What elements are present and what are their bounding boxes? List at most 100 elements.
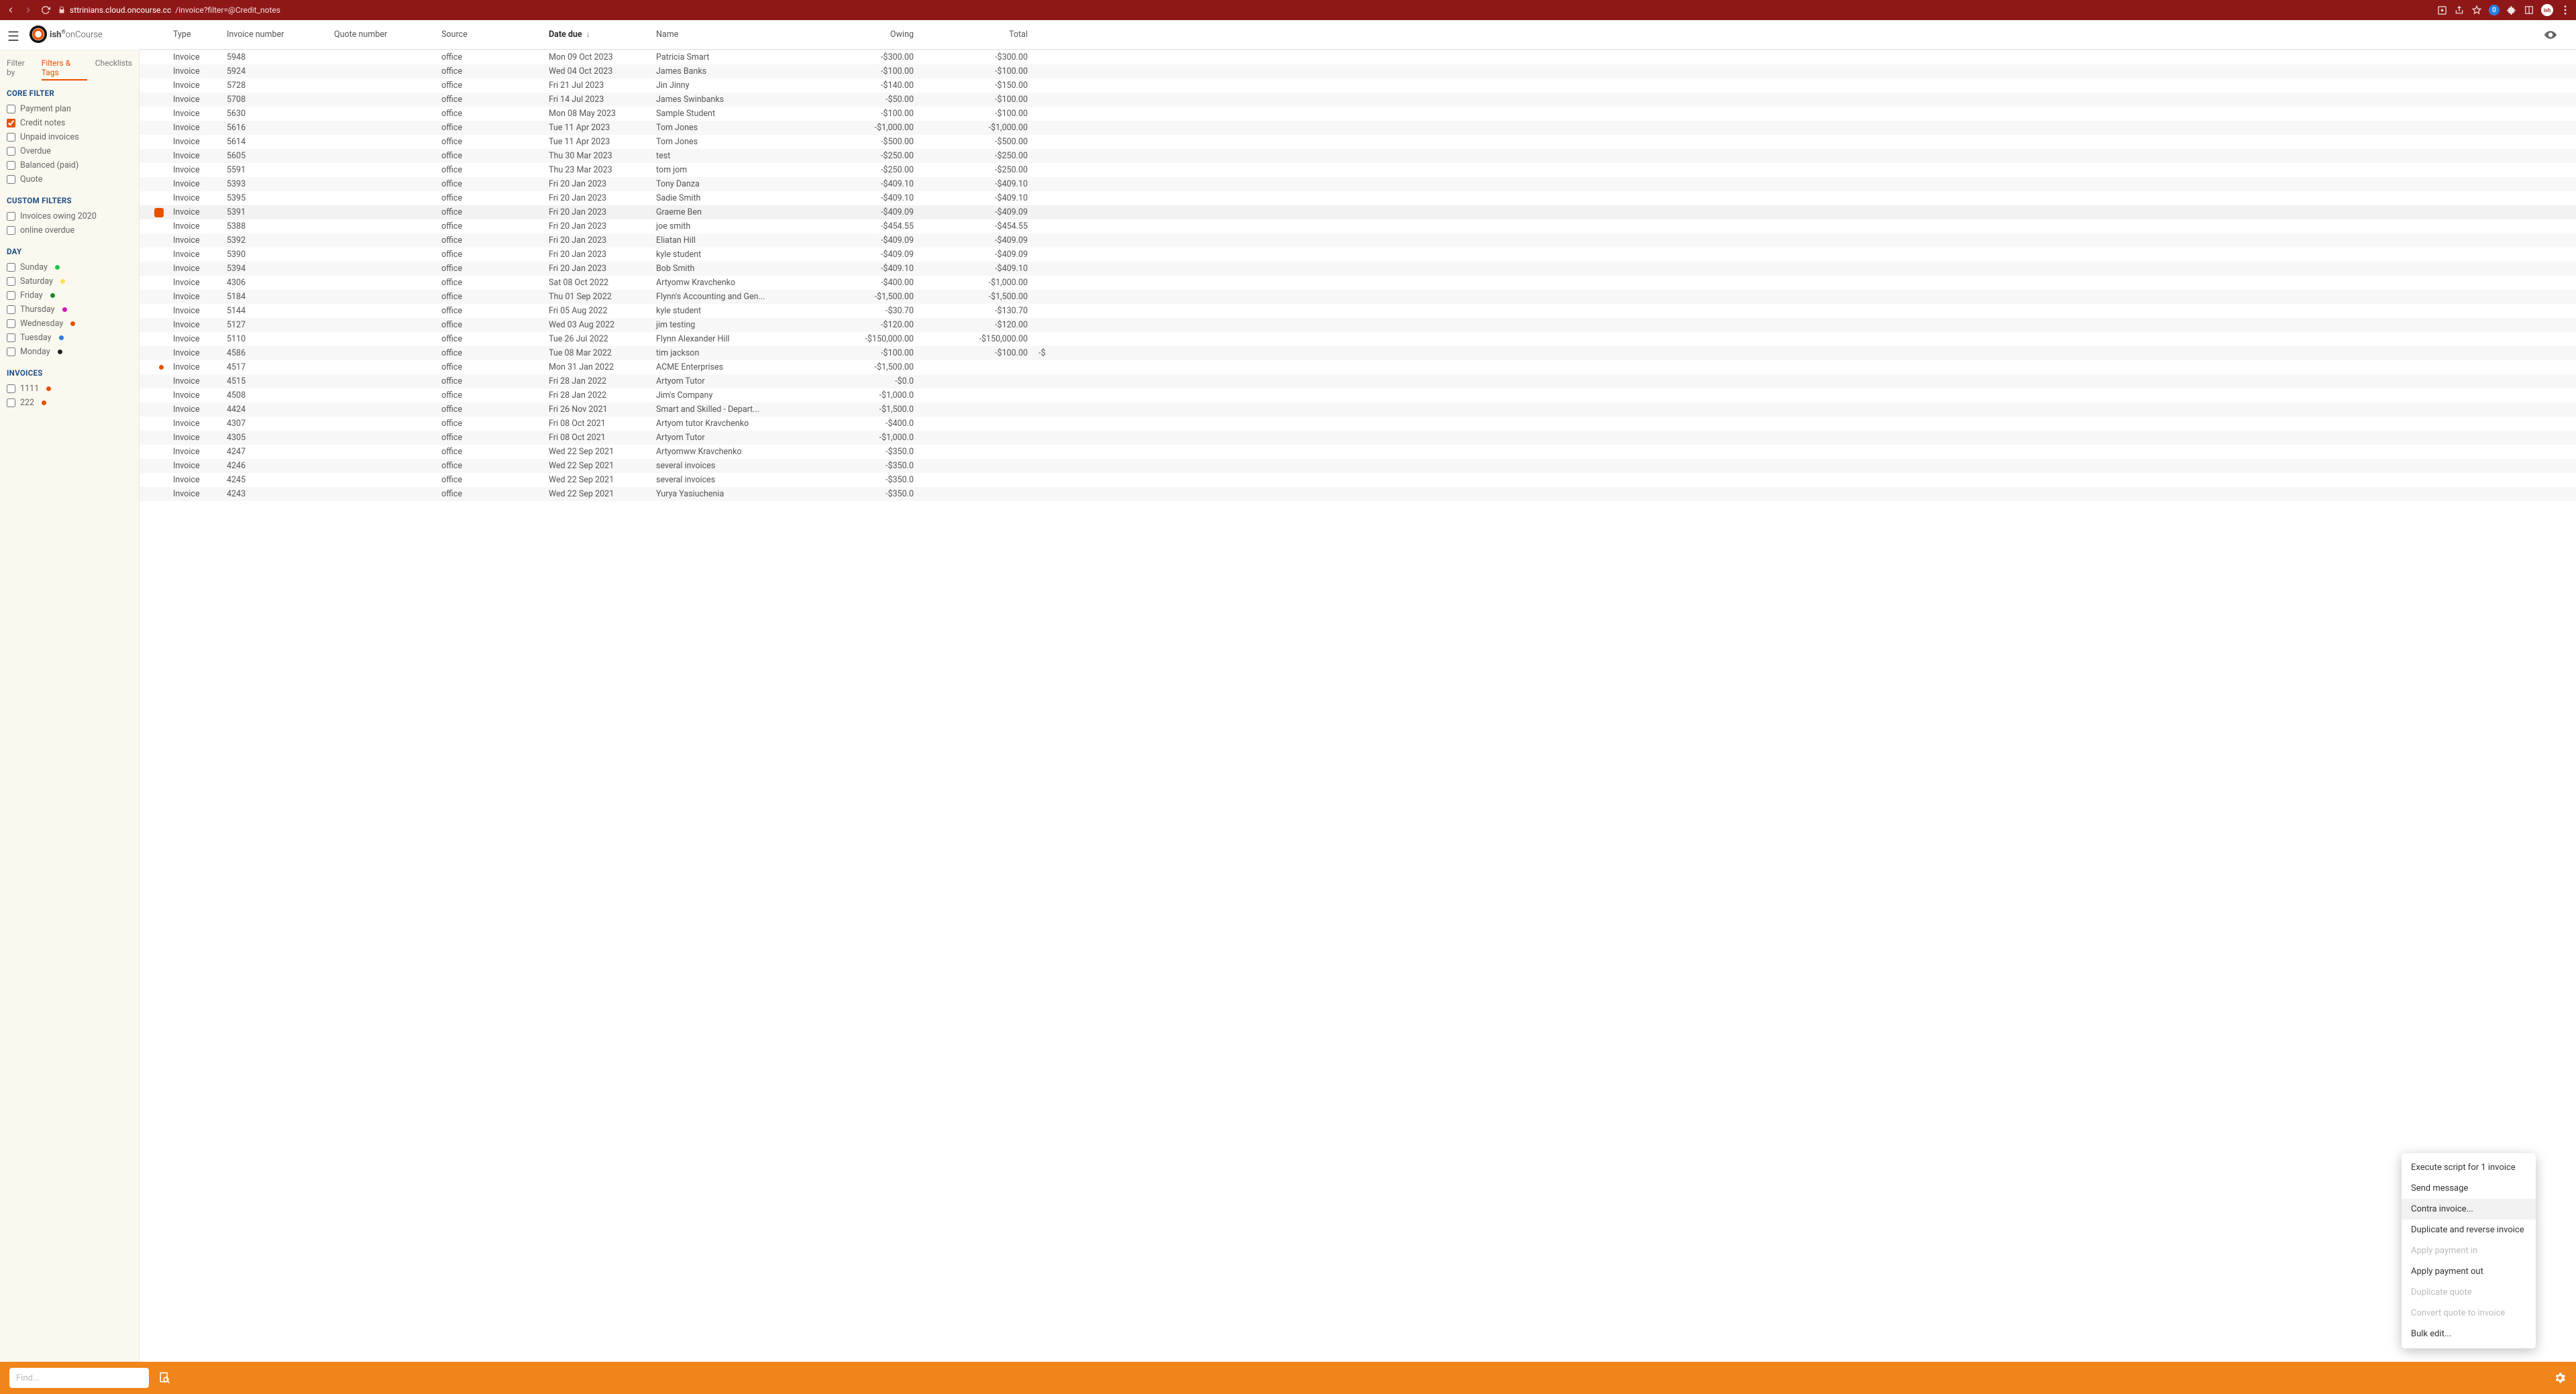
col-source[interactable]: Source: [436, 30, 543, 40]
checkbox-input[interactable]: [7, 226, 15, 235]
filter-checkbox[interactable]: Quote: [7, 172, 132, 186]
checkbox-input[interactable]: [7, 319, 15, 328]
checkbox-input[interactable]: [7, 105, 15, 113]
checkbox-input[interactable]: [7, 212, 15, 221]
col-total[interactable]: Total: [919, 30, 1033, 40]
ext-1password-icon[interactable]: 0: [2489, 5, 2500, 15]
filter-checkbox[interactable]: Overdue: [7, 144, 132, 158]
table-row[interactable]: Invoice5614officeTue 11 Apr 2023Tom Jone…: [140, 135, 2576, 149]
checkbox-input[interactable]: [7, 333, 15, 342]
back-icon[interactable]: [5, 5, 16, 15]
table-body[interactable]: Invoice5948officeMon 09 Oct 2023Patricia…: [140, 50, 2576, 1362]
checkbox-input[interactable]: [7, 305, 15, 314]
table-row[interactable]: Invoice5728officeFri 21 Jul 2023Jin Jinn…: [140, 78, 2576, 93]
table-row[interactable]: Invoice4243officeWed 22 Sep 2021Yurya Ya…: [140, 487, 2576, 501]
checkbox-input[interactable]: [7, 133, 15, 142]
settings-icon[interactable]: [2553, 1371, 2567, 1385]
profile-avatar[interactable]: ish: [2541, 4, 2553, 16]
table-row[interactable]: Invoice4307officeFri 08 Oct 2021Artyom t…: [140, 417, 2576, 431]
filter-checkbox[interactable]: Tuesday: [7, 331, 132, 345]
checkbox-input[interactable]: [7, 291, 15, 300]
filter-checkbox[interactable]: Credit notes: [7, 116, 132, 130]
table-row[interactable]: Invoice4586officeTue 08 Mar 2022tim jack…: [140, 346, 2576, 360]
table-row[interactable]: Invoice4247officeWed 22 Sep 2021Artyomww…: [140, 445, 2576, 459]
filter-checkbox[interactable]: Unpaid invoices: [7, 130, 132, 144]
table-row[interactable]: Invoice5708officeFri 14 Jul 2023James Sw…: [140, 93, 2576, 107]
context-menu-item[interactable]: Send message: [2402, 1178, 2536, 1199]
checkbox-input[interactable]: [7, 384, 15, 393]
col-date-due[interactable]: Date due↓: [543, 30, 651, 40]
table-row[interactable]: Invoice5616officeTue 11 Apr 2023Tom Jone…: [140, 121, 2576, 135]
kebab-icon[interactable]: [2560, 5, 2571, 15]
table-row[interactable]: Invoice5395officeFri 20 Jan 2023Sadie Sm…: [140, 191, 2576, 205]
table-row[interactable]: Invoice5110officeTue 26 Jul 2022Flynn Al…: [140, 332, 2576, 346]
checkbox-input[interactable]: [7, 175, 15, 184]
filter-checkbox[interactable]: Invoices owing 2020: [7, 209, 132, 223]
col-owing[interactable]: Owing: [805, 30, 919, 40]
window-icon[interactable]: [2524, 5, 2534, 15]
filter-checkbox[interactable]: Thursday: [7, 303, 132, 317]
table-row[interactable]: Invoice4306officeSat 08 Oct 2022Artyomw …: [140, 276, 2576, 290]
checkbox-input[interactable]: [7, 263, 15, 272]
table-row[interactable]: Invoice5127officeWed 03 Aug 2022jim test…: [140, 318, 2576, 332]
filter-checkbox[interactable]: Saturday: [7, 274, 132, 288]
table-row[interactable]: Invoice5948officeMon 09 Oct 2023Patricia…: [140, 50, 2576, 64]
share-icon[interactable]: [2454, 5, 2465, 15]
table-row[interactable]: Invoice5393officeFri 20 Jan 2023Tony Dan…: [140, 177, 2576, 191]
checkbox-input[interactable]: [7, 347, 15, 356]
filter-checkbox[interactable]: Sunday: [7, 260, 132, 274]
context-menu-item[interactable]: Duplicate and reverse invoice: [2402, 1220, 2536, 1240]
forward-icon[interactable]: [23, 5, 34, 15]
search-input[interactable]: Find...: [9, 1368, 149, 1388]
star-icon[interactable]: [2471, 5, 2482, 15]
filter-checkbox[interactable]: 222: [7, 396, 132, 410]
app-logo[interactable]: ish®onCourse: [27, 20, 140, 47]
table-row[interactable]: Invoice4515officeFri 28 Jan 2022Artyom T…: [140, 374, 2576, 388]
extensions-icon[interactable]: [2506, 5, 2517, 15]
table-row[interactable]: Invoice5591officeThu 23 Mar 2023tom jom-…: [140, 163, 2576, 177]
table-row[interactable]: Invoice4424officeFri 26 Nov 2021Smart an…: [140, 403, 2576, 417]
visibility-icon[interactable]: [2544, 28, 2568, 42]
reload-icon[interactable]: [40, 5, 51, 15]
checkbox-input[interactable]: [7, 119, 15, 127]
table-row[interactable]: Invoice5391officeFri 20 Jan 2023Graeme B…: [140, 205, 2576, 219]
filter-checkbox[interactable]: Wednesday: [7, 317, 132, 331]
table-row[interactable]: Invoice4246officeWed 22 Sep 2021several …: [140, 459, 2576, 473]
table-row[interactable]: Invoice5392officeFri 20 Jan 2023Eliatan …: [140, 233, 2576, 248]
col-quote-number[interactable]: Quote number: [329, 30, 436, 40]
checkbox-input[interactable]: [7, 161, 15, 170]
table-row[interactable]: Invoice5388officeFri 20 Jan 2023joe smit…: [140, 219, 2576, 233]
filter-checkbox[interactable]: 1111: [7, 382, 132, 396]
context-menu-item[interactable]: Execute script for 1 invoice: [2402, 1157, 2536, 1178]
checkbox-input[interactable]: [7, 147, 15, 156]
filter-checkbox[interactable]: Payment plan: [7, 102, 132, 116]
tab-filters-tags[interactable]: Filters & Tags: [42, 58, 87, 81]
table-row[interactable]: Invoice5394officeFri 20 Jan 2023Bob Smit…: [140, 262, 2576, 276]
table-row[interactable]: Invoice5184officeThu 01 Sep 2022Flynn's …: [140, 290, 2576, 304]
table-row[interactable]: Invoice4517officeMon 31 Jan 2022ACME Ent…: [140, 360, 2576, 374]
col-name[interactable]: Name: [651, 30, 805, 40]
col-invoice-number[interactable]: Invoice number: [221, 30, 329, 40]
install-icon[interactable]: [2436, 5, 2447, 15]
table-row[interactable]: Invoice5924officeWed 04 Oct 2023James Ba…: [140, 64, 2576, 78]
table-row[interactable]: Invoice5605officeThu 30 Mar 2023test-$25…: [140, 149, 2576, 163]
filter-checkbox[interactable]: online overdue: [7, 223, 132, 237]
table-row[interactable]: Invoice4305officeFri 08 Oct 2021Artyom T…: [140, 431, 2576, 445]
checkbox-input[interactable]: [7, 277, 15, 286]
col-type[interactable]: Type: [168, 30, 221, 40]
context-menu-item[interactable]: Apply payment out: [2402, 1261, 2536, 1282]
filter-checkbox[interactable]: Friday: [7, 288, 132, 303]
address-bar[interactable]: sttrinians.cloud.oncourse.cc/invoice?fil…: [58, 5, 280, 15]
table-row[interactable]: Invoice4508officeFri 28 Jan 2022Jim's Co…: [140, 388, 2576, 403]
table-row[interactable]: Invoice5144officeFri 05 Aug 2022kyle stu…: [140, 304, 2576, 318]
checkbox-input[interactable]: [7, 398, 15, 407]
table-row[interactable]: Invoice5390officeFri 20 Jan 2023kyle stu…: [140, 248, 2576, 262]
menu-icon[interactable]: ☰: [7, 28, 19, 44]
table-row[interactable]: Invoice5630officeMon 08 May 2023Sample S…: [140, 107, 2576, 121]
context-menu-item[interactable]: Contra invoice...: [2402, 1199, 2536, 1220]
filter-checkbox[interactable]: Monday: [7, 345, 132, 359]
find-related-icon[interactable]: [156, 1369, 173, 1387]
table-row[interactable]: Invoice4245officeWed 22 Sep 2021several …: [140, 473, 2576, 487]
tab-checklists[interactable]: Checklists: [95, 58, 132, 81]
filter-checkbox[interactable]: Balanced (paid): [7, 158, 132, 172]
